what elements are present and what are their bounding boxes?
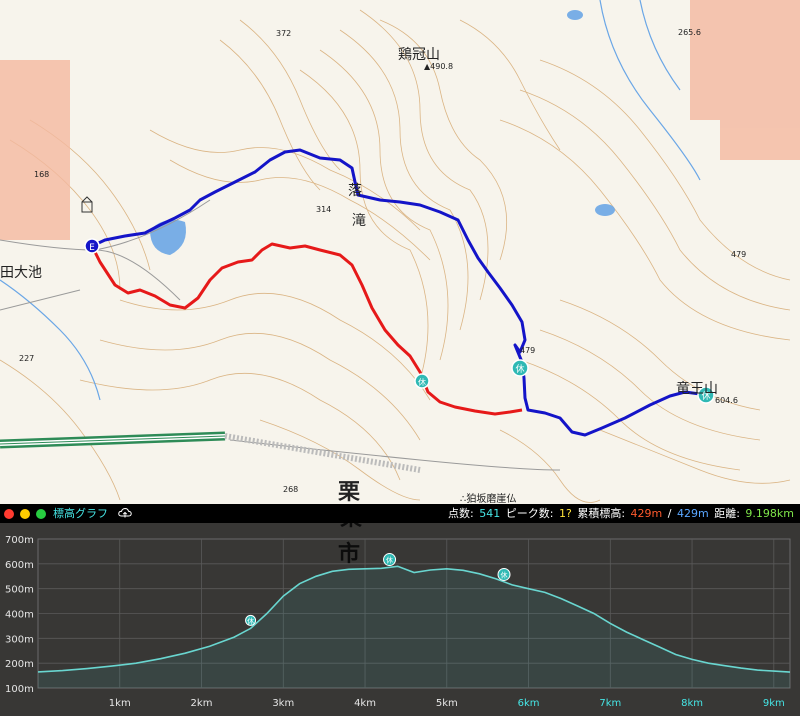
- elevation-ryuo: 604.6: [715, 396, 738, 405]
- peaks-label: ピーク数:: [505, 507, 554, 520]
- points-label: 点数:: [448, 507, 474, 520]
- spot-height: 265.6: [678, 28, 701, 37]
- graph-header: 標高グラフ 点数: 541 ピーク数: 1? 累積標高: 429m / 429m…: [0, 504, 800, 523]
- elevation-keikan: ▲490.8: [424, 62, 454, 71]
- route-stats: 点数: 541 ピーク数: 1? 累積標高: 429m / 429m 距離: 9…: [446, 504, 794, 523]
- spot-height: 227: [19, 354, 35, 363]
- y-tick-label: 300m: [5, 634, 34, 645]
- elevation-fill: [38, 566, 790, 688]
- mountain-keikan-label: 鶏冠山: [398, 47, 440, 63]
- x-tick-label: 2km: [191, 698, 213, 709]
- y-tick-label: 400m: [5, 610, 34, 621]
- spot-height: 314: [316, 205, 332, 214]
- x-tick-label: 6km: [518, 698, 540, 709]
- x-tick-label: 5km: [436, 698, 458, 709]
- x-tick-label: 7km: [599, 698, 621, 709]
- spot-height: 479: [520, 346, 536, 355]
- spot-height: 268: [283, 485, 299, 494]
- landmark-label: ∴狛坂磨崖仏: [460, 494, 517, 505]
- spot-height: 479: [731, 250, 747, 259]
- points-value: 541: [479, 507, 501, 520]
- elevation-graph-panel: 標高グラフ 点数: 541 ピーク数: 1? 累積標高: 429m / 429m…: [0, 504, 800, 716]
- y-tick-label: 600m: [5, 560, 34, 571]
- svg-text:休: 休: [418, 377, 426, 387]
- y-axis-labels: 700m 600m 500m 400m 300m 200m 100m: [5, 535, 34, 695]
- elevation-chart[interactable]: 休休休 700m600m500m400m300m200m100m 1km 2km 3…: [0, 523, 800, 716]
- cumulative-up-value: 429m: [630, 507, 663, 520]
- end-marker[interactable]: E: [84, 238, 100, 254]
- y-tick-label: 500m: [5, 585, 34, 596]
- spot-height: 372: [276, 29, 292, 38]
- mountain-ryuo-label: 竜王山: [676, 381, 718, 397]
- svg-text:E: E: [89, 243, 95, 253]
- waterfall-label: 滝: [352, 213, 366, 229]
- cumulative-label: 累積標高:: [577, 507, 626, 520]
- x-axis-labels: 1km 2km 3km 4km 5km 6km 7km 8km 9km: [109, 698, 785, 709]
- rest-marker-1[interactable]: 休: [414, 373, 430, 389]
- x-tick-label: 8km: [681, 698, 703, 709]
- chart-area: [37, 565, 791, 688]
- svg-text:休: 休: [515, 363, 524, 375]
- distance-value: 9.198km: [745, 507, 794, 520]
- maximize-window-icon[interactable]: [36, 509, 46, 519]
- pond-label: 田大池: [0, 265, 42, 281]
- y-tick-label: 100m: [5, 684, 34, 695]
- chart-rest-marker[interactable]: 休: [245, 614, 257, 626]
- rest-marker-label: 休: [501, 570, 508, 579]
- x-tick-label: 4km: [354, 698, 376, 709]
- distance-label: 距離:: [714, 507, 740, 520]
- minimize-window-icon[interactable]: [20, 509, 30, 519]
- cumulative-down-value: 429m: [676, 507, 709, 520]
- rest-marker-2[interactable]: 休: [511, 359, 529, 377]
- graph-title: 標高グラフ: [53, 507, 108, 520]
- rest-marker-label: 休: [247, 616, 254, 625]
- waterfall-label: 落: [348, 183, 362, 199]
- spot-height: 168: [34, 170, 50, 179]
- cumulative-separator: /: [667, 507, 672, 520]
- x-tick-label: 1km: [109, 698, 131, 709]
- rest-marker-label: 休: [386, 556, 393, 565]
- peaks-value: 1?: [558, 507, 572, 520]
- y-tick-label: 700m: [5, 535, 34, 546]
- x-tick-label: 9km: [763, 698, 785, 709]
- x-tick-label: 3km: [272, 698, 294, 709]
- y-tick-label: 200m: [5, 659, 34, 670]
- cloud-upload-icon[interactable]: [118, 507, 132, 519]
- chart-rest-marker[interactable]: 休: [497, 567, 511, 581]
- chart-rest-marker[interactable]: 休: [383, 553, 397, 567]
- close-window-icon[interactable]: [4, 509, 14, 519]
